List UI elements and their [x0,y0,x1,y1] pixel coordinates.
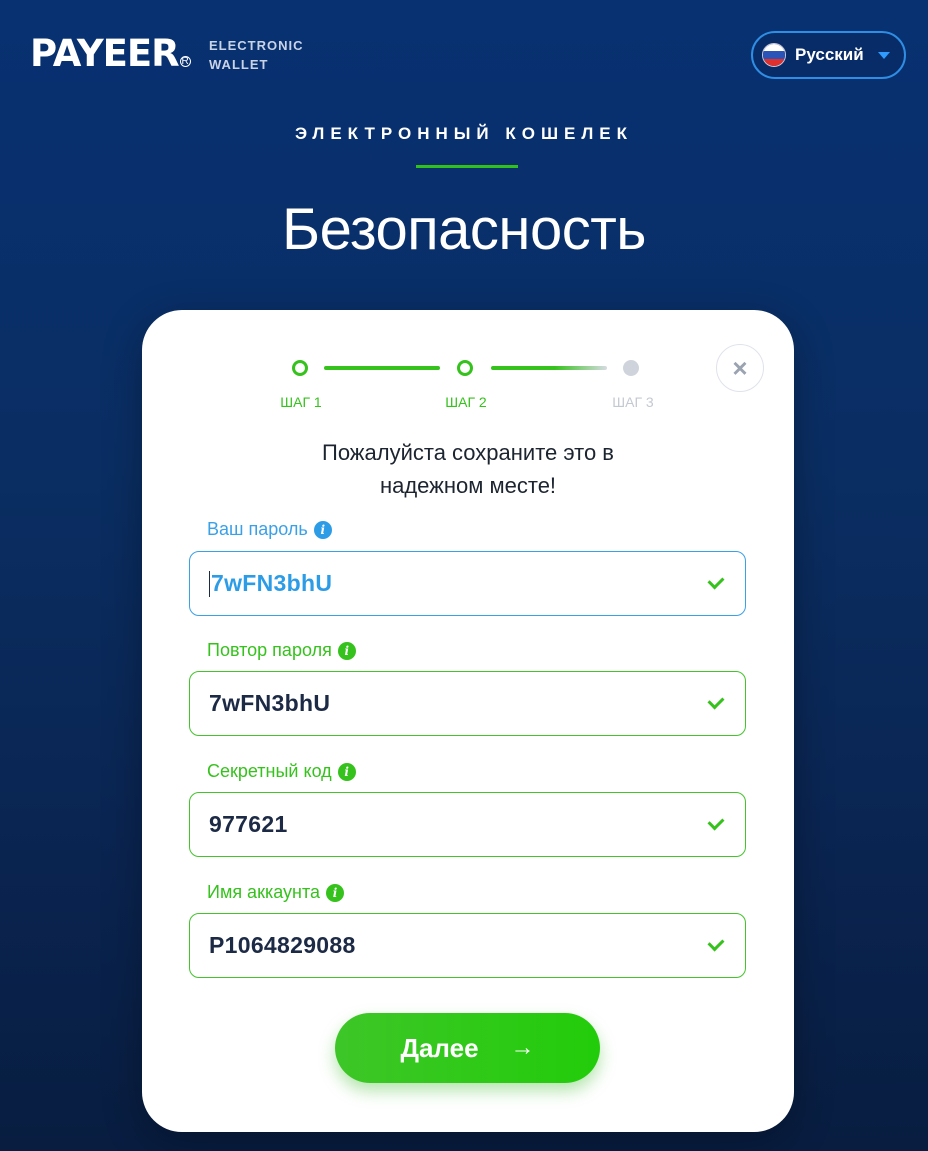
secret-code-field[interactable]: 977621 [189,792,746,857]
password-value: 7wFN3bhU [211,570,333,596]
language-label: Русский [795,45,864,64]
account-name-label: Имя аккаунта i [207,882,345,903]
account-name-field[interactable]: P1064829088 [189,913,746,978]
step-1-connector [324,366,440,370]
language-select[interactable]: Русский [751,31,906,79]
password-repeat-label-text: Повтор пароля [207,640,332,660]
password-repeat-value: 7wFN3bhU [209,690,331,716]
password-repeat-label: Повтор пароля i [207,640,356,661]
password-field[interactable]: 7wFN3bhU [189,551,746,616]
next-button-label: Далее [400,1032,479,1063]
step-2-label: ШАГ 2 [445,394,487,410]
step-3-dot [623,360,639,376]
russia-flag-icon [762,43,786,67]
instruction-text: Пожалуйста сохраните это в надежном мест… [142,436,794,502]
info-icon[interactable]: i [326,883,345,902]
instruction-line-1: Пожалуйста сохраните это в [322,440,614,465]
close-icon: × [732,352,748,383]
tagline-line-1: ELECTRONIC [209,38,304,53]
arrow-right-icon: → [510,1034,535,1061]
logo-tagline: ELECTRONIC WALLET [209,36,304,74]
account-name-value: P1064829088 [209,932,356,958]
chevron-down-icon [877,51,890,59]
info-icon[interactable]: i [337,762,356,781]
info-icon[interactable]: i [337,641,356,660]
payeer-logo[interactable]: PAYEER R [30,34,191,74]
check-icon [707,692,725,709]
tagline-line-2: WALLET [209,57,269,72]
eyebrow-divider [416,165,518,168]
page-title: Безопасность [282,197,646,262]
registered-mark: R [179,55,191,67]
secret-code-value: 977621 [209,811,288,837]
text-cursor [209,570,210,597]
password-repeat-field[interactable]: 7wFN3bhU [189,671,746,736]
check-icon [707,934,725,951]
password-label: Ваш пароль i [207,519,332,540]
next-button[interactable]: Далее → [335,1013,600,1083]
instruction-line-2: надежном месте! [379,473,557,498]
step-2-connector [491,366,607,370]
info-icon[interactable]: i [313,520,332,539]
password-label-text: Ваш пароль [207,519,308,539]
check-icon [707,572,725,589]
security-card: × ШАГ 1 ШАГ 2 ШАГ 3 Пожалуйста сохраните… [142,310,794,1132]
check-icon [707,813,725,830]
step-2-dot [457,360,473,376]
close-button[interactable]: × [716,344,764,392]
step-1-dot [292,360,308,376]
secret-code-label: Секретный код i [207,761,356,782]
page-eyebrow: ЭЛЕКТРОННЫЙ КОШЕЛЕК [294,124,634,143]
secret-code-label-text: Секретный код [207,761,332,781]
logo-text: PAYEER [30,32,180,75]
account-name-label-text: Имя аккаунта [207,882,321,902]
step-1-label: ШАГ 1 [280,394,322,410]
step-3-label: ШАГ 3 [612,394,654,410]
